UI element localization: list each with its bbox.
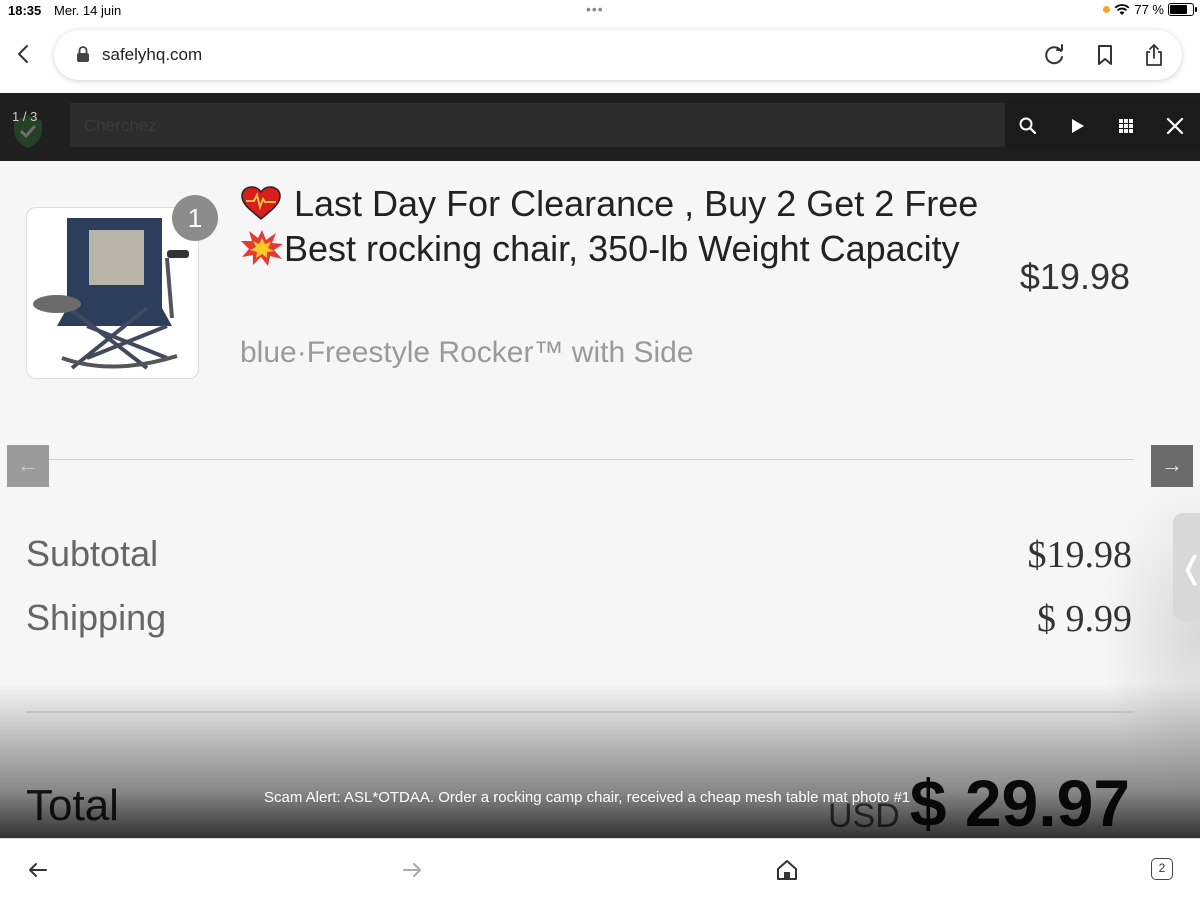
battery-icon bbox=[1168, 3, 1197, 16]
product-title: Last Day For Clearance , Buy 2 Get 2 Fre… bbox=[240, 181, 980, 271]
viewer-tools bbox=[1005, 101, 1200, 151]
close-icon[interactable] bbox=[1164, 115, 1186, 137]
wifi-icon bbox=[1114, 3, 1130, 15]
status-bar: 18:35 Mer. 14 juin ••• 77 % bbox=[0, 0, 1200, 22]
shipping-label: Shipping bbox=[26, 597, 167, 638]
url-text: safelyhq.com bbox=[102, 45, 203, 64]
carousel-prev-button[interactable]: ← bbox=[7, 445, 49, 487]
grid-icon[interactable] bbox=[1115, 115, 1137, 137]
viewer-search-placeholder: Cherchez bbox=[84, 116, 157, 135]
address-bar[interactable]: safelyhq.com bbox=[54, 30, 1182, 80]
search-icon[interactable] bbox=[1017, 115, 1039, 137]
item-price: $19.98 bbox=[1019, 256, 1130, 297]
quantity-badge: 1 bbox=[172, 195, 218, 241]
share-icon[interactable] bbox=[1141, 42, 1167, 68]
product-thumbnail bbox=[26, 207, 199, 379]
browser-toolbar: safelyhq.com bbox=[0, 22, 1200, 90]
forward-arrow-icon[interactable] bbox=[399, 857, 425, 883]
subtotal-label: Subtotal bbox=[26, 533, 159, 574]
play-slideshow-icon[interactable] bbox=[1066, 115, 1088, 137]
photo-viewer-toolbar: 1 / 3 Cherchez bbox=[0, 93, 1200, 161]
rocking-chair-image bbox=[33, 218, 189, 370]
browser-bottom-toolbar: 2 bbox=[0, 838, 1200, 900]
subtotal-value: $19.98 bbox=[1027, 534, 1133, 576]
home-icon[interactable] bbox=[774, 857, 800, 883]
chevron-left-icon: ❬ bbox=[1179, 551, 1200, 586]
total-label: Total bbox=[26, 781, 119, 830]
divider bbox=[26, 711, 1134, 713]
product-variant: blue·Freestyle Rocker™ with Side bbox=[240, 336, 694, 369]
side-panel-tab[interactable]: ❬ bbox=[1173, 513, 1200, 621]
divider bbox=[26, 459, 1134, 460]
heart-emoji-icon bbox=[241, 186, 281, 220]
browser-back-icon[interactable] bbox=[12, 40, 36, 68]
status-indicators: 77 % bbox=[1103, 2, 1197, 17]
photo-counter: 1 / 3 bbox=[12, 109, 38, 124]
product-title-part2: Best rocking chair, 350-lb Weight Capaci… bbox=[284, 228, 960, 269]
arrow-left-icon: ← bbox=[17, 452, 39, 477]
lock-icon bbox=[77, 46, 89, 62]
back-arrow-icon[interactable] bbox=[25, 857, 51, 883]
product-title-part1: Last Day For Clearance , Buy 2 Get 2 Fre… bbox=[294, 183, 979, 224]
tabs-button[interactable]: 2 bbox=[1151, 858, 1173, 880]
page-content: 1 / 3 Cherchez 1 Last Day For Clearance … bbox=[0, 93, 1200, 838]
shipping-value: $ 9.99 bbox=[1037, 598, 1132, 640]
multitasking-dots[interactable]: ••• bbox=[586, 1, 604, 17]
battery-percent: 77 % bbox=[1134, 2, 1164, 17]
bookmark-icon[interactable] bbox=[1092, 42, 1118, 68]
status-date: Mer. 14 juin bbox=[54, 3, 122, 18]
reload-icon[interactable] bbox=[1042, 42, 1068, 68]
status-time: 18:35 bbox=[8, 3, 42, 18]
photo-caption: Scam Alert: ASL*OTDAA. Order a rocking c… bbox=[264, 789, 911, 806]
viewer-search-input[interactable]: Cherchez bbox=[70, 103, 1005, 147]
collision-emoji-icon bbox=[241, 230, 283, 266]
total-value: $ 29.97 bbox=[909, 766, 1130, 838]
location-indicator-icon bbox=[1103, 6, 1111, 13]
